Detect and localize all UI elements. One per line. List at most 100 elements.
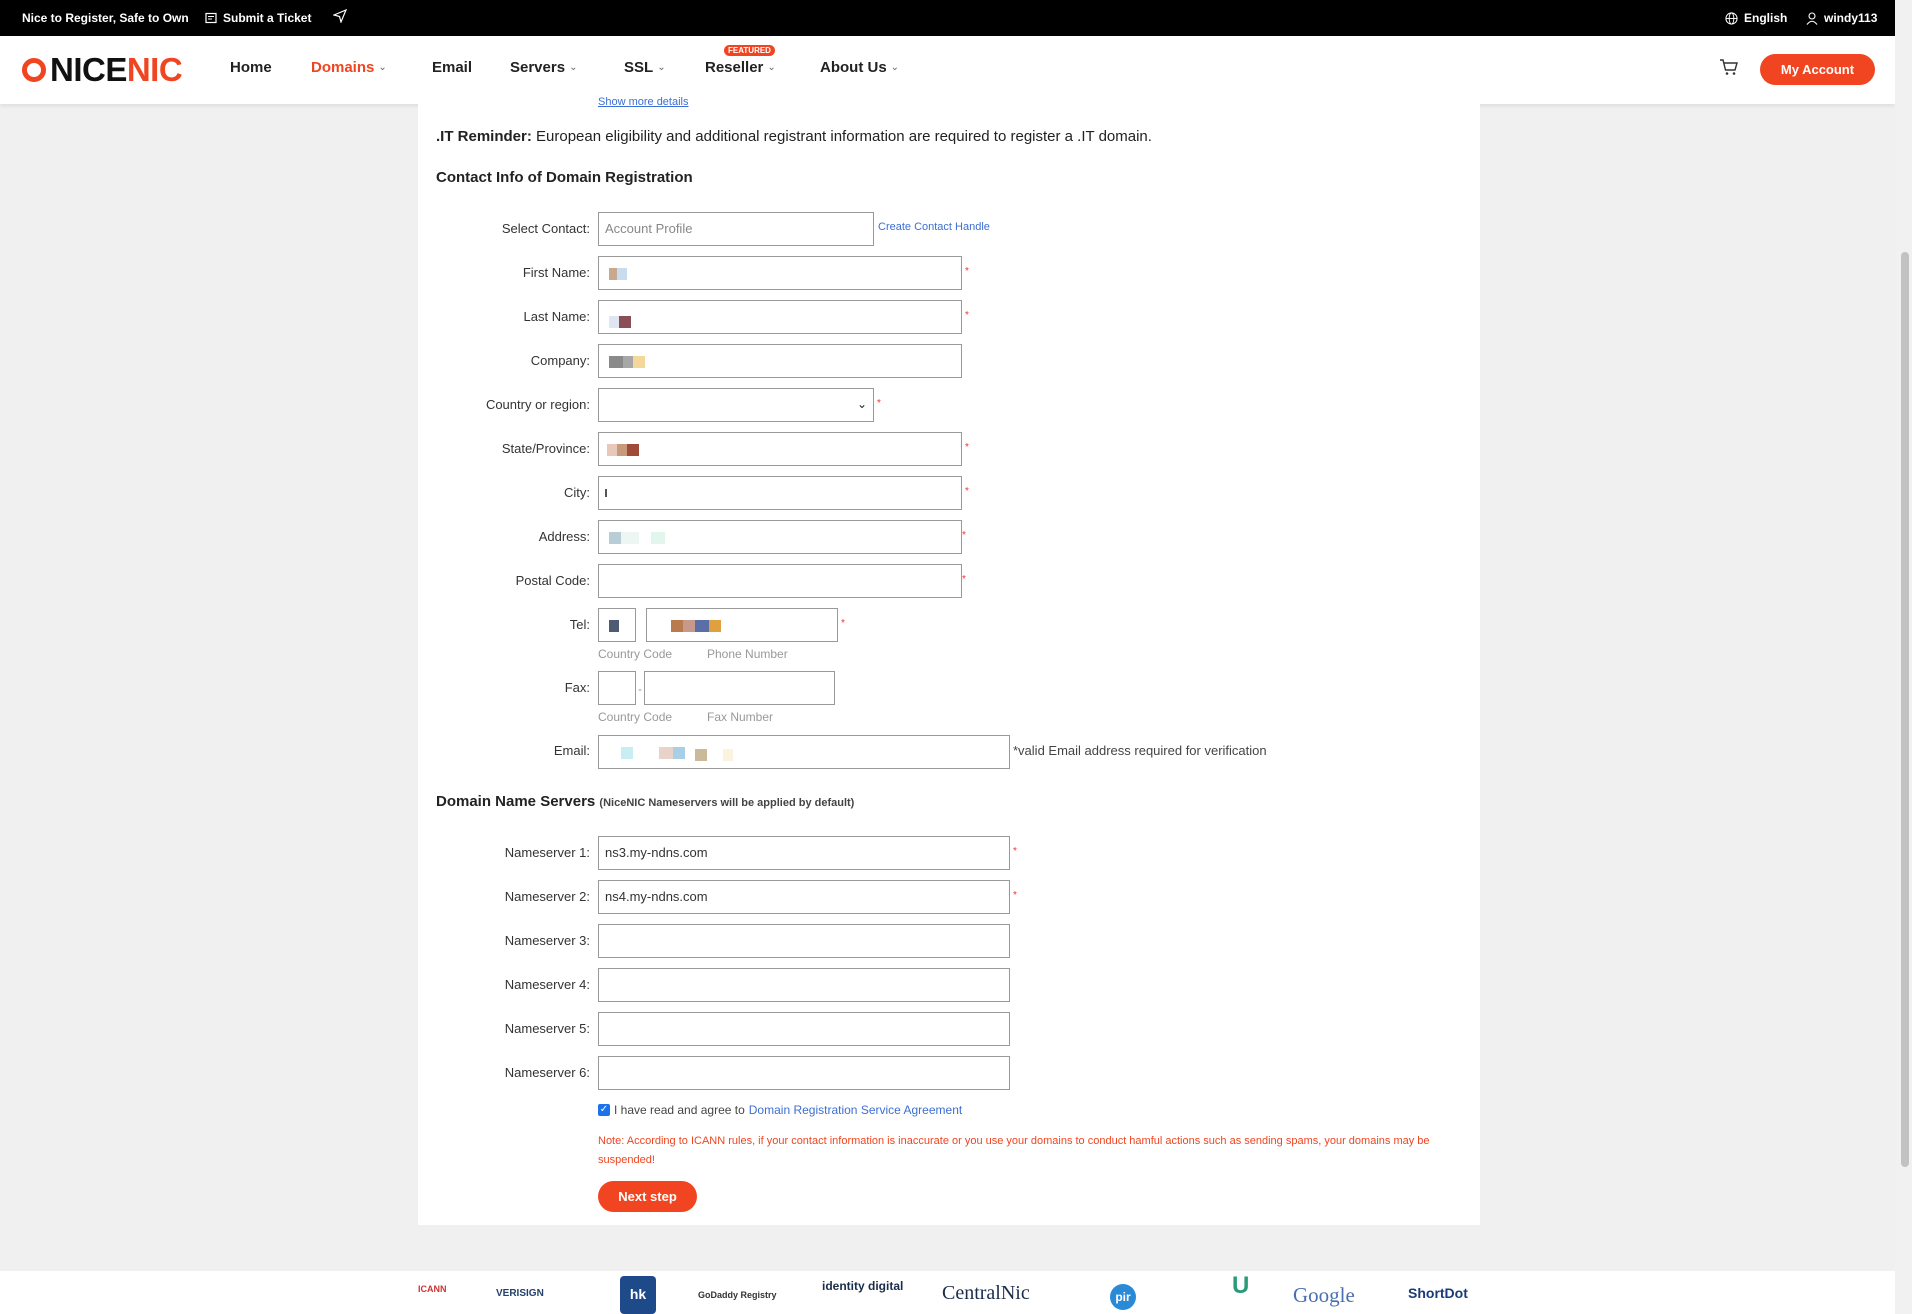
email-input[interactable] — [598, 735, 1010, 769]
next-step-button[interactable]: Next step — [598, 1181, 697, 1212]
user-menu[interactable]: windy113 — [1806, 11, 1877, 25]
nicenic-logo[interactable]: NICE NIC — [22, 50, 183, 90]
nav-reseller-label: Reseller — [705, 59, 764, 76]
nameserver-4-label: Nameserver 4: — [504, 977, 590, 992]
required-mark: * — [965, 310, 969, 321]
nav-reseller[interactable]: Reseller ⌄ — [705, 59, 776, 76]
cart-icon[interactable] — [1719, 58, 1739, 76]
language-selector[interactable]: English — [1725, 11, 1787, 25]
required-mark: * — [965, 266, 969, 277]
partner-logos-bar: ICANN VERISIGN hk GoDaddy Registry ident… — [0, 1271, 1895, 1314]
fax-country-code-input[interactable] — [598, 671, 636, 705]
fax-country-code-hint: Country Code — [598, 710, 673, 724]
nav-domains-label: Domains — [311, 59, 375, 76]
select-contact-label: Select Contact: — [501, 221, 590, 236]
first-name-label: First Name: — [522, 265, 590, 280]
chevron-down-icon: ⌄ — [890, 62, 900, 73]
nameserver-5-input[interactable] — [598, 1012, 1010, 1046]
nameserver-5-label: Nameserver 5: — [504, 1021, 590, 1036]
logo-text-nice: NICE — [50, 51, 127, 88]
required-mark: * — [965, 442, 969, 453]
nav-about[interactable]: About Us ⌄ — [820, 59, 899, 76]
nav-ssl[interactable]: SSL ⌄ — [624, 59, 666, 76]
agree-checkbox[interactable]: ✓ — [598, 1104, 610, 1116]
required-mark: * — [962, 574, 966, 585]
city-input[interactable] — [598, 476, 962, 510]
last-name-label: Last Name: — [523, 309, 590, 324]
select-contact-input[interactable]: Account Profile — [598, 212, 874, 246]
nav-servers[interactable]: Servers ⌄ — [510, 59, 577, 76]
state-label: State/Province: — [501, 441, 590, 456]
fax-number-input[interactable] — [644, 671, 835, 705]
nameserver-4-input[interactable] — [598, 968, 1010, 1002]
reminder-label: .IT Reminder: — [436, 128, 532, 145]
nameserver-6-input[interactable] — [598, 1056, 1010, 1090]
chevron-down-icon: ⌄ — [657, 62, 666, 73]
required-mark: * — [877, 398, 881, 409]
identity-digital-logo: identity digital — [822, 1279, 904, 1293]
ticket-icon — [205, 12, 217, 24]
address-label: Address: — [538, 529, 590, 544]
nameserver-2-input[interactable]: ns4.my-ndns.com — [598, 880, 1010, 914]
nav-email[interactable]: Email — [432, 59, 472, 76]
chevron-down-icon: ⌄ — [378, 62, 387, 73]
reminder-text: European eligibility and additional regi… — [531, 128, 1152, 145]
agreement-row: ✓ I have read and agree to Domain Regist… — [598, 1103, 962, 1117]
logo-text-nic: NIC — [126, 51, 183, 88]
company-input[interactable] — [598, 344, 962, 378]
postal-code-input[interactable] — [598, 564, 962, 598]
required-mark: * — [841, 618, 845, 629]
first-name-input[interactable] — [598, 256, 962, 290]
address-input[interactable] — [598, 520, 962, 554]
nav-domains[interactable]: Domains ⌄ — [311, 59, 387, 76]
language-label: English — [1744, 11, 1788, 25]
service-agreement-link[interactable]: Domain Registration Service Agreement — [749, 1103, 962, 1117]
email-label: Email: — [553, 743, 590, 758]
city-label: City: — [564, 485, 590, 500]
required-mark: * — [962, 530, 966, 541]
chevron-down-icon: ⌄ — [767, 62, 776, 73]
submit-ticket-link[interactable]: Submit a Ticket — [205, 11, 311, 25]
nameserver-3-input[interactable] — [598, 924, 1010, 958]
tel-country-code-hint: Country Code — [598, 647, 673, 661]
nameservers-subtitle: (NiceNIC Nameservers will be applied by … — [599, 797, 855, 809]
fax-separator: - — [638, 682, 642, 696]
tel-label: Tel: — [569, 617, 590, 632]
tel-number-input[interactable] — [646, 608, 838, 642]
featured-badge: FEATURED — [724, 45, 775, 56]
shortdot-logo: ShortDot — [1408, 1285, 1468, 1301]
fax-label: Fax: — [564, 680, 590, 695]
nameservers-title: Domain Name Servers — [436, 793, 596, 810]
nameserver-1-label: Nameserver 1: — [504, 845, 590, 860]
logo-ring-icon — [22, 58, 46, 82]
nameserver-6-label: Nameserver 6: — [504, 1065, 590, 1080]
nav-home[interactable]: Home — [230, 59, 272, 76]
nav-about-label: About Us — [820, 59, 887, 76]
godaddy-registry-logo: GoDaddy Registry — [698, 1290, 777, 1300]
country-select[interactable]: ⌄ — [598, 388, 874, 422]
agree-text: I have read and agree to — [614, 1103, 745, 1117]
send-icon[interactable] — [333, 9, 347, 23]
tel-phone-number-hint: Phone Number — [707, 647, 788, 661]
chevron-down-icon: ⌄ — [569, 62, 578, 73]
icann-logo: ICANN — [418, 1284, 447, 1294]
centralnic-logo: CentralNic — [942, 1282, 1030, 1304]
submit-ticket-label: Submit a Ticket — [223, 11, 312, 25]
nav-home-label: Home — [230, 59, 272, 76]
tel-country-code-input[interactable] — [598, 608, 636, 642]
verisign-logo: VERISIGN — [496, 1288, 544, 1299]
nav-email-label: Email — [432, 59, 473, 76]
create-contact-handle-link[interactable]: Create Contact Handle — [878, 221, 990, 233]
scrollbar-thumb[interactable] — [1901, 252, 1909, 1167]
nameserver-1-input[interactable]: ns3.my-ndns.com — [598, 836, 1010, 870]
u-logo: U — [1232, 1272, 1250, 1299]
my-account-button[interactable]: My Account — [1760, 54, 1875, 85]
show-more-link[interactable]: Show more details — [598, 96, 689, 108]
google-logo: Google — [1293, 1283, 1355, 1307]
state-input[interactable] — [598, 432, 962, 466]
required-mark: * — [1013, 846, 1017, 857]
icann-warning: Note: According to ICANN rules, if your … — [598, 1135, 1430, 1166]
last-name-input[interactable] — [598, 300, 962, 334]
postal-code-label: Postal Code: — [515, 573, 590, 588]
nav-servers-label: Servers — [510, 59, 566, 76]
